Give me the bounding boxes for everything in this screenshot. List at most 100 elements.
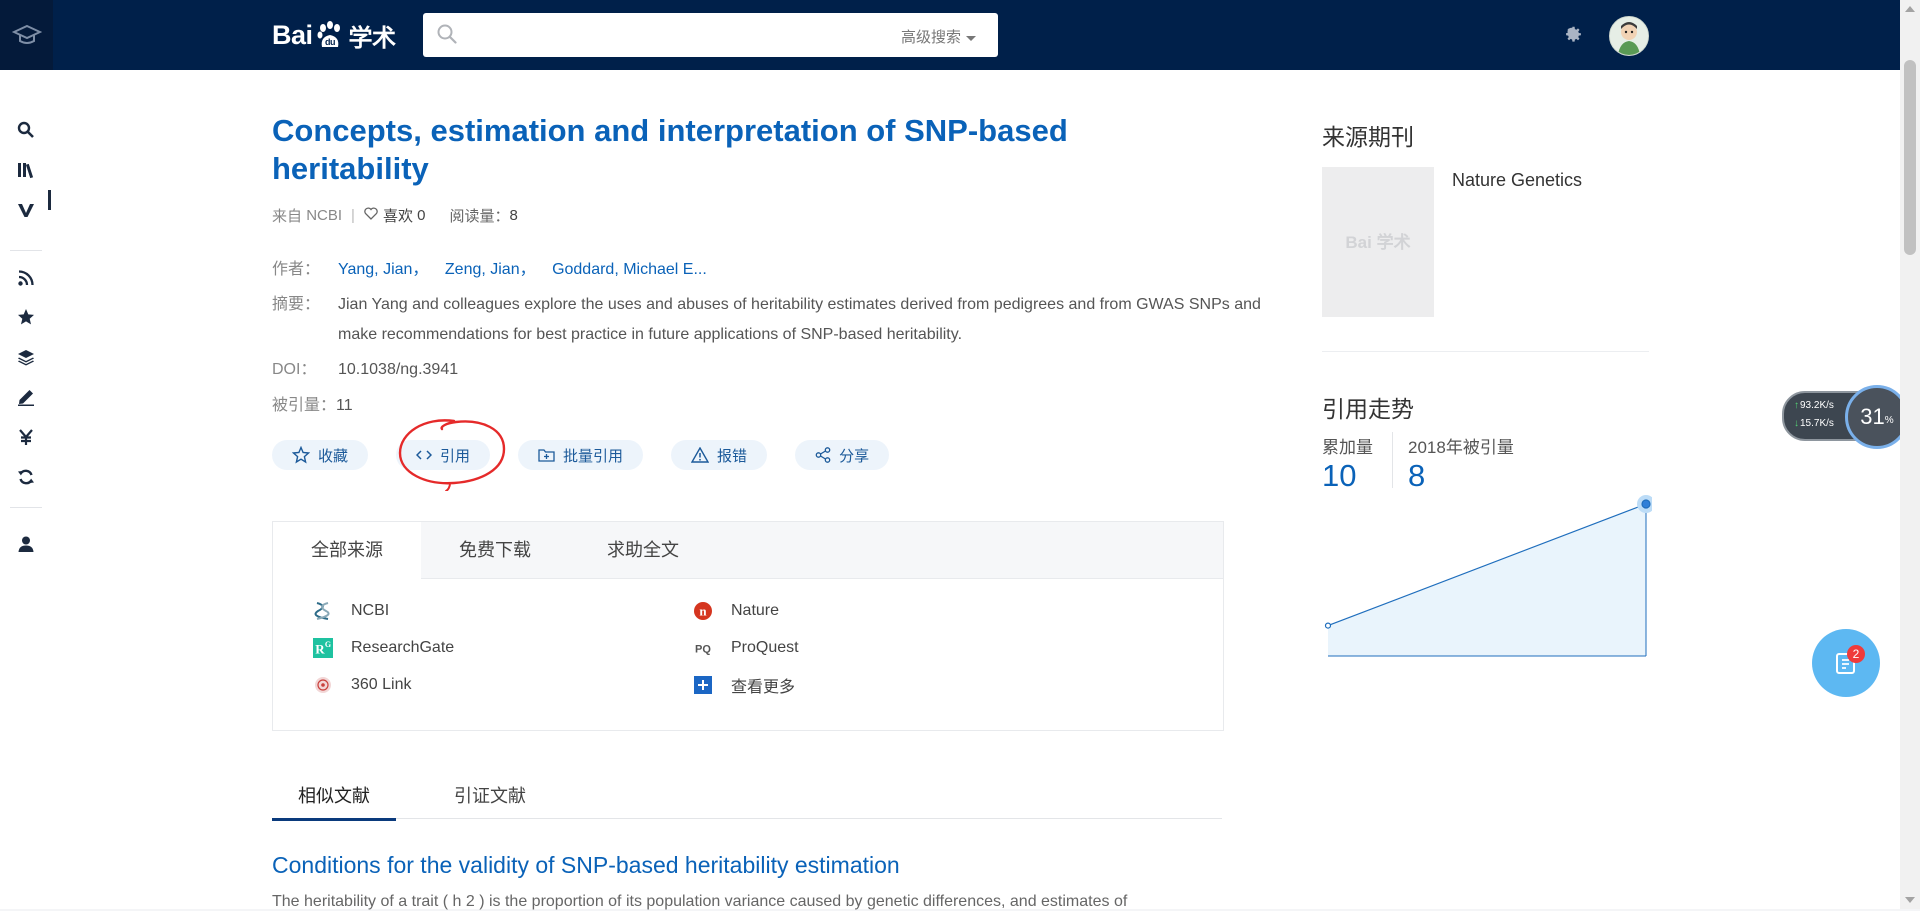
heart-icon[interactable] [364,207,378,224]
reads-count: 8 [509,207,518,224]
source-link-360link[interactable]: 360 Link [313,673,412,697]
likes-label[interactable]: 喜欢 [383,205,413,226]
baidu-scholar-watermark: Bai 学术 [1345,232,1410,252]
brand-bai: Bai [272,19,313,50]
likes-count: 0 [417,207,426,224]
ring-value: 31 [1860,404,1885,429]
related-paper-title[interactable]: Conditions for the validity of SNP-based… [272,852,900,879]
source-link-ncbi[interactable]: NCBI [313,599,389,623]
journal-name[interactable]: Nature Genetics [1452,170,1582,191]
journal-cover-placeholder[interactable]: Bai 学术 [1322,167,1434,317]
tab-free-download[interactable]: 免费下载 [421,522,569,578]
svg-text:n: n [699,604,707,619]
advanced-search-dropdown[interactable]: 高级搜索 [901,26,976,47]
related-tabs: 相似文献 引证文献 [272,780,1222,821]
notification-badge: 2 [1847,645,1865,663]
source-link-researchgate[interactable]: RG ResearchGate [313,636,454,660]
search-icon[interactable] [16,120,36,140]
mortarboard-icon[interactable] [0,0,53,70]
cited-row: 被引量： 11 [272,391,353,421]
source-link-nature[interactable]: n Nature [693,599,779,623]
authors-label: 作者： [272,261,321,278]
gear-icon[interactable] [1562,23,1586,52]
report-error-button[interactable]: 报错 [671,440,768,470]
refresh-icon[interactable] [16,467,36,487]
warning-icon [691,447,710,463]
author-list: Yang, Jian， Zeng, Jian， Goddard, Michael… [338,255,719,285]
rss-icon[interactable] [16,268,36,288]
tab-citing-literature[interactable]: 引证文献 [428,780,552,818]
source-name: ProQuest [731,639,799,656]
yuan-icon[interactable] [16,427,36,447]
search-input[interactable] [471,21,875,51]
cited-label: 被引量： [272,397,337,414]
abstract-label: 摘要： [272,296,321,313]
brand-du: du [325,37,335,47]
author-link[interactable]: Zeng, Jian， [445,261,536,278]
related-paper-snippet: The heritability of a trait ( h 2 ) is t… [272,893,1128,910]
floating-batch-button[interactable] [1812,629,1880,697]
star-icon[interactable] [16,307,36,327]
source-name: NCBI [351,602,390,619]
upload-speed: 93.2K/s [1794,400,1834,411]
red-annotation-circle [398,419,506,491]
trend-point[interactable] [1641,499,1651,509]
cited-count[interactable]: 11 [336,391,353,421]
authors-row: 作者： Yang, Jian， Zeng, Jian， Goddard, Mic… [272,255,719,285]
baidu-scholar-logo[interactable]: Bai du 学术 [272,16,396,54]
reads-label: 阅读量： [449,208,510,225]
cumulative-label: 累加量 [1322,438,1373,457]
researchgate-icon: RG [313,638,333,658]
trend-header: 引用走势 [1322,396,1414,422]
source-link-proquest[interactable]: PQ ProQuest [693,636,799,660]
svg-text:G: G [325,640,331,649]
svg-text:PQ: PQ [695,644,711,656]
source-name: 360 Link [351,676,412,693]
library-icon[interactable] [16,160,36,180]
layers-icon[interactable] [16,347,36,367]
plus-square-icon [693,675,713,695]
source-prefix: 来自 [272,208,303,225]
user-avatar[interactable] [1609,16,1649,56]
year-cited-label: 2018年被引量 [1408,438,1514,457]
view-more-sources[interactable]: 查看更多 [693,673,795,697]
scroll-down-arrow[interactable] [1905,897,1915,903]
share-icon [815,447,831,463]
citation-trend-chart[interactable] [1322,490,1652,660]
batch-cite-button[interactable]: 批量引用 [518,440,644,470]
scroll-thumb[interactable] [1904,60,1916,255]
favorite-button[interactable]: 收藏 [272,440,369,470]
paper-title[interactable]: Concepts, estimation and interpretation … [272,112,1132,188]
share-button[interactable]: 分享 [795,440,890,470]
nature-icon: n [693,601,713,621]
paper-meta: 来自 NCBI | 喜欢 0 阅读量： 8 [272,205,518,226]
journal-header: 来源期刊 [1322,124,1414,150]
right-divider [1322,351,1649,352]
tab-similar-literature[interactable]: 相似文献 [272,780,396,821]
ncbi-icon [313,601,333,621]
author-link[interactable]: Goddard, Michael E... [552,261,707,278]
scroll-up-arrow[interactable] [1905,6,1915,12]
pen-icon[interactable] [16,387,36,407]
doi-value: 10.1038/ng.3941 [338,361,459,378]
source-name: ResearchGate [351,639,455,656]
active-indicator [48,190,51,210]
svg-text:R: R [315,642,325,657]
abstract-text: Jian Yang and colleagues explore the use… [338,296,1261,343]
author-link[interactable]: Yang, Jian， [338,261,428,278]
source-name: NCBI [306,207,343,224]
vip-icon[interactable] [16,200,36,220]
tab-all-sources[interactable]: 全部来源 [273,522,421,579]
vertical-scrollbar[interactable] [1900,0,1920,909]
sources-panel: 全部来源 免费下载 求助全文 NCBI n Nature RG Research… [272,521,1224,731]
caret-down-icon [966,35,976,41]
user-icon[interactable] [16,534,36,554]
tab-request-fulltext[interactable]: 求助全文 [569,522,717,578]
search-icon [437,24,457,49]
search-box[interactable]: 高级搜索 [423,13,998,57]
cumulative-value: 10 [1322,458,1357,493]
360-link-icon [313,675,333,695]
trend-point[interactable] [1324,622,1332,629]
top-bar: Bai du 学术 高级搜索 [0,0,1900,70]
meta-separator: | [351,207,355,224]
